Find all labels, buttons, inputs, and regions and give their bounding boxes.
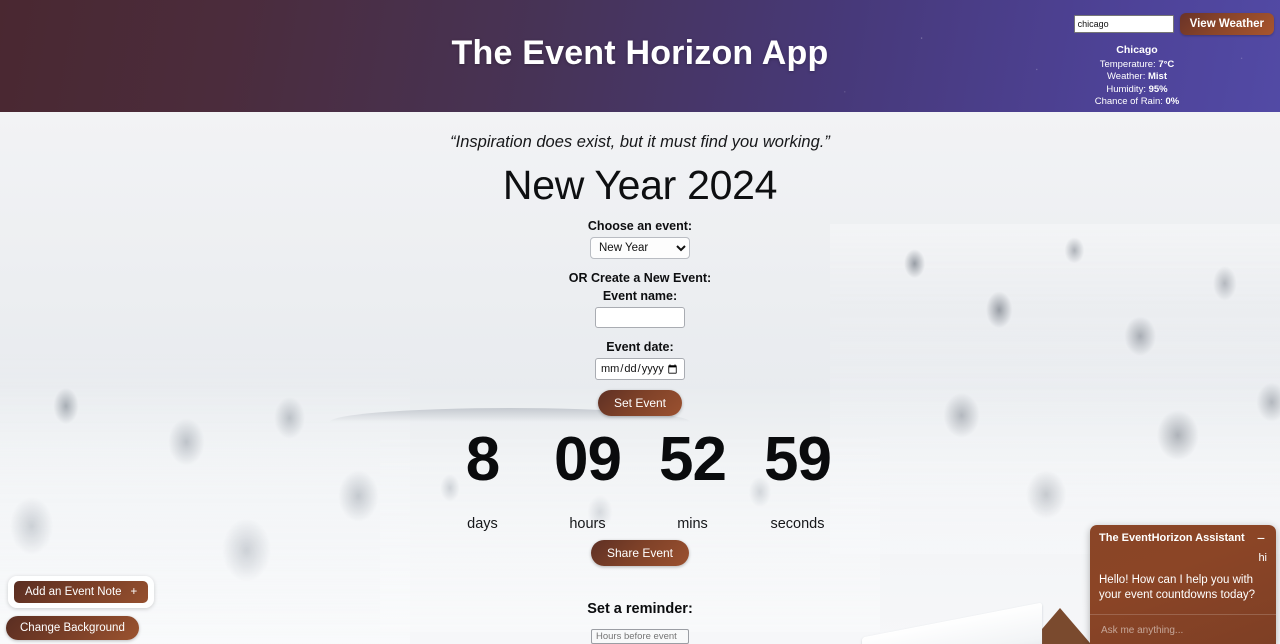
change-background-button[interactable]: Change Background [6, 616, 139, 640]
plus-icon: + [130, 586, 138, 598]
countdown-hours-label: hours [569, 516, 606, 532]
share-event-button[interactable]: Share Event [590, 540, 690, 566]
event-form: Choose an event: New Year OR Create a Ne… [0, 219, 1280, 416]
minimize-icon[interactable]: − [1254, 531, 1268, 545]
event-date-input[interactable] [595, 358, 685, 380]
countdown-unit-mins: 52 mins [640, 425, 745, 533]
weather-humidity-label: Humidity: [1106, 83, 1146, 95]
event-select[interactable]: New Year [590, 237, 690, 259]
share-event-row: Share Event [0, 540, 1280, 566]
event-date-label: Event date: [606, 340, 674, 354]
event-name-input[interactable] [595, 307, 685, 328]
reminder-section: Set a reminder: [0, 601, 1280, 644]
chat-widget: The EventHorizon Assistant − hi Hello! H… [1090, 525, 1276, 644]
countdown-hours-value: 09 [554, 425, 622, 494]
add-event-note-button[interactable]: Add an Event Note + [14, 581, 149, 603]
weather-condition-label: Weather: [1106, 71, 1146, 82]
set-event-row: Set Event [0, 380, 1280, 416]
countdown-seconds-label: seconds [770, 516, 825, 532]
countdown-mins-value: 52 [659, 425, 727, 494]
weather-temperature-value: 7°C [1158, 58, 1175, 70]
chat-header: The EventHorizon Assistant − [1090, 525, 1276, 548]
chat-input[interactable] [1099, 624, 1267, 637]
weather-rain-label: Chance of Rain: [1094, 96, 1163, 107]
countdown-unit-seconds: 59 seconds [745, 425, 850, 533]
chat-input-row [1090, 614, 1276, 644]
weather-city-name: Chicago [1116, 44, 1158, 56]
set-event-button[interactable]: Set Event [597, 390, 683, 416]
inspirational-quote: “Inspiration does exist, but it must fin… [450, 133, 830, 151]
countdown-unit-hours: 09 hours [535, 425, 640, 533]
countdown-unit-days: 8 days [430, 425, 535, 533]
city-search-input[interactable] [1073, 15, 1174, 33]
add-note-panel: Add an Event Note + [8, 576, 155, 608]
weather-result: Chicago Temperature: 7°C Weather: Mist H… [1006, 44, 1274, 109]
add-event-note-label: Add an Event Note [25, 586, 122, 598]
chat-message-user: hi [1258, 552, 1267, 564]
or-create-label: OR Create a New Event: [568, 271, 712, 285]
chat-title: The EventHorizon Assistant [1099, 532, 1245, 544]
countdown-days-label: days [467, 516, 498, 532]
weather-condition-value: Mist [1148, 71, 1167, 82]
weather-temperature-row: Temperature: 7°C [1006, 59, 1268, 72]
view-weather-button[interactable]: View Weather [1179, 13, 1274, 35]
reminder-hours-input[interactable] [591, 629, 689, 644]
event-title: New Year 2024 [502, 162, 778, 208]
app-page: The Event Horizon App View Weather Chica… [0, 0, 1280, 644]
countdown-mins-label: mins [677, 516, 708, 532]
chat-message-bot: Hello! How can I help you with your even… [1099, 574, 1255, 601]
main-content: “Inspiration does exist, but it must fin… [0, 112, 1280, 644]
chat-message-list: hi Hello! How can I help you with your e… [1090, 548, 1276, 614]
app-header: The Event Horizon App View Weather Chica… [0, 0, 1280, 112]
weather-humidity-row: Humidity: 95% [1006, 84, 1268, 97]
weather-humidity-value: 95% [1148, 83, 1168, 95]
weather-widget: View Weather Chicago Temperature: 7°C We… [1006, 13, 1274, 109]
countdown-seconds-value: 59 [764, 425, 832, 494]
weather-rain-value: 0% [1165, 96, 1180, 107]
weather-search-row: View Weather [1006, 13, 1274, 35]
reminder-heading: Set a reminder: [587, 601, 693, 617]
choose-event-label: Choose an event: [587, 219, 693, 233]
weather-condition-row: Weather: Mist [1006, 71, 1268, 84]
event-name-label: Event name: [602, 289, 678, 303]
countdown-days-value: 8 [465, 425, 500, 494]
countdown-timer: 8 days 09 hours 52 mins 59 seconds [0, 425, 1280, 533]
weather-temperature-label: Temperature: [1099, 58, 1156, 70]
weather-rain-row: Chance of Rain: 0% [1006, 96, 1268, 109]
